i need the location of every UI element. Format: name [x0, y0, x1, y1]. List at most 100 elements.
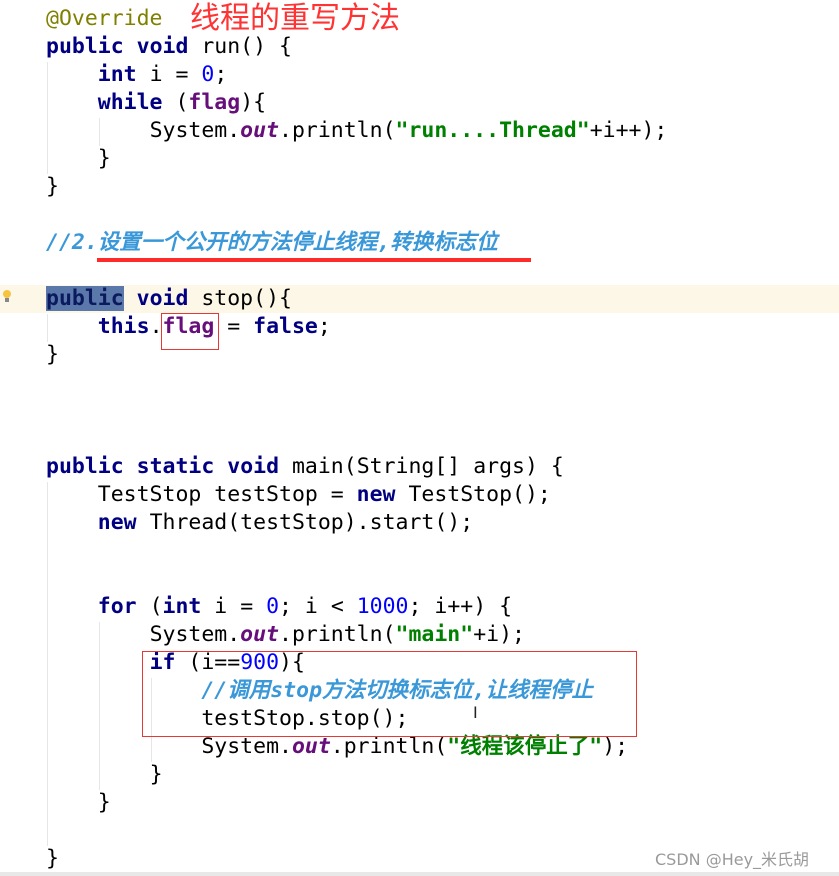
code-text: } [46, 845, 59, 873]
code-token: System. [201, 734, 292, 759]
code-token: this [97, 314, 150, 339]
code-token: false [253, 314, 318, 339]
code-line[interactable] [0, 369, 839, 397]
code-line[interactable]: while (flag){ [0, 89, 839, 117]
code-token: while [97, 90, 163, 115]
code-token: = [214, 314, 254, 339]
code-token: "线程该停止了" [447, 734, 603, 759]
code-token: System. [149, 622, 241, 647]
code-token: ; i++) { [408, 594, 513, 619]
code-token: out [291, 734, 331, 759]
code-token: "main" [395, 622, 474, 647]
code-line[interactable] [0, 397, 839, 425]
code-token: Thread(testStop).start(); [136, 510, 474, 535]
code-token: static [136, 454, 215, 479]
code-token: } [46, 174, 59, 199]
code-token: ; i < [279, 594, 357, 619]
code-text: System.out.println("run....Thread"+i++); [46, 117, 668, 145]
code-line[interactable]: } [0, 341, 839, 369]
indent-guide [47, 314, 48, 342]
code-token: +i); [473, 622, 525, 647]
code-text: public static void main(String[] args) { [46, 453, 564, 481]
code-line[interactable]: } [0, 173, 839, 201]
code-line[interactable]: this.flag = false; [0, 313, 839, 341]
code-line[interactable] [0, 817, 839, 845]
code-token: new [97, 510, 137, 535]
code-token: ( [162, 90, 189, 115]
code-line[interactable]: int i = 0; [0, 61, 839, 89]
code-token: TestStop testStop = [97, 482, 357, 507]
code-line[interactable] [0, 425, 839, 453]
code-line[interactable]: public void stop(){ [0, 285, 839, 313]
code-line[interactable]: System.out.println("run....Thread"+i++); [0, 117, 839, 145]
code-token: @Override [46, 6, 163, 31]
code-token: flag [188, 90, 241, 115]
code-line[interactable] [0, 201, 839, 229]
indent-guide [47, 482, 48, 846]
code-text: } [46, 145, 111, 173]
code-token: 0 [266, 594, 280, 619]
code-line[interactable]: TestStop testStop = new TestStop(); [0, 481, 839, 509]
code-token: out [240, 118, 280, 143]
code-token: public [46, 34, 124, 59]
code-line[interactable] [0, 565, 839, 593]
text-cursor-icon: I [473, 703, 478, 722]
code-text: TestStop testStop = new TestStop(); [46, 481, 551, 509]
code-token: ); [602, 734, 629, 759]
code-line[interactable]: public void run() { [0, 33, 839, 61]
lightbulb-icon[interactable] [2, 289, 12, 303]
code-line[interactable]: new Thread(testStop).start(); [0, 509, 839, 537]
code-text: } [46, 789, 111, 817]
code-line[interactable]: System.out.println("main"+i); [0, 621, 839, 649]
code-token: TestStop(); [395, 482, 551, 507]
code-token: } [97, 790, 111, 815]
code-line[interactable]: public static void main(String[] args) { [0, 453, 839, 481]
code-token: ; [317, 314, 331, 339]
code-line[interactable] [0, 537, 839, 565]
code-line[interactable]: System.out.println("线程该停止了"); [0, 733, 839, 761]
code-token: ){ [240, 90, 267, 115]
code-token: stop(){ [188, 286, 292, 311]
code-line[interactable]: } [0, 145, 839, 173]
code-line[interactable]: @Override [0, 5, 839, 33]
code-token: .println( [330, 734, 448, 759]
code-token: 1000 [356, 594, 409, 619]
code-token: public [46, 454, 124, 479]
code-line[interactable]: } [0, 789, 839, 817]
code-token: } [149, 762, 163, 787]
code-line[interactable]: //2.设置一个公开的方法停止线程,转换标志位 [0, 229, 839, 257]
code-line[interactable]: for (int i = 0; i < 1000; i++) { [0, 593, 839, 621]
code-token: void [136, 34, 189, 59]
bottom-scrollbar[interactable] [0, 872, 839, 876]
code-token: +i++); [589, 118, 668, 143]
code-line[interactable]: } [0, 761, 839, 789]
code-text: @Override [46, 5, 163, 33]
code-token: void [227, 454, 280, 479]
if-block-highlight-box [142, 651, 637, 737]
code-token: } [46, 846, 59, 871]
code-text: } [46, 341, 59, 369]
code-text: System.out.println("线程该停止了"); [46, 733, 628, 761]
code-text: System.out.println("main"+i); [46, 621, 525, 649]
code-token: 0 [201, 62, 215, 87]
code-text: public void stop(){ [46, 285, 292, 313]
code-token: main(String[] args) { [279, 454, 564, 479]
code-token: ( [136, 594, 163, 619]
code-text: for (int i = 0; i < 1000; i++) { [46, 593, 512, 621]
code-token: void [136, 286, 189, 311]
code-text: } [46, 761, 163, 789]
flag-highlight-box [161, 313, 219, 350]
code-token: i = [136, 62, 202, 87]
code-text: //2.设置一个公开的方法停止线程,转换标志位 [46, 229, 498, 257]
code-token: .println( [279, 622, 396, 647]
code-token: .println( [279, 118, 396, 143]
code-token: public [46, 286, 124, 311]
code-token: System. [149, 118, 241, 143]
code-text: while (flag){ [46, 89, 266, 117]
code-token: ; [214, 62, 228, 87]
code-token: "run....Thread" [395, 118, 590, 143]
